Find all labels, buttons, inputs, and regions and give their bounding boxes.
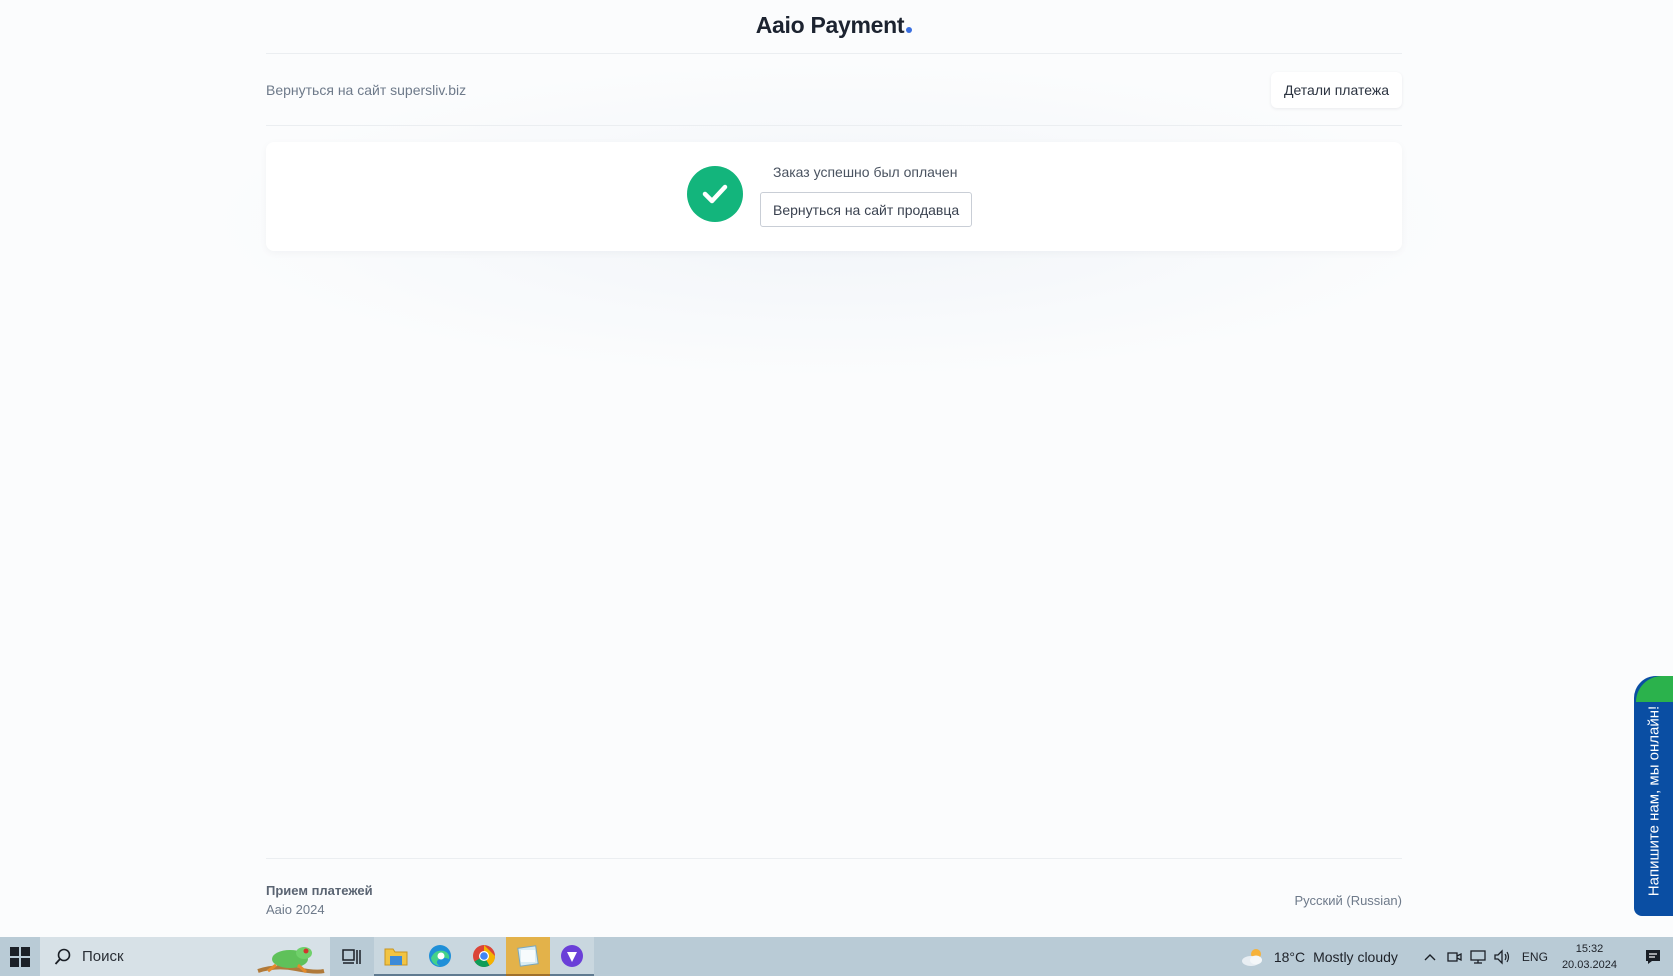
task-view-icon xyxy=(342,948,361,964)
brand-bar: Aaio Payment xyxy=(266,0,1402,54)
weather-temperature: 18°C xyxy=(1273,948,1306,965)
chrome-icon xyxy=(473,944,495,967)
notes-app-icon xyxy=(517,944,539,967)
return-to-seller-button[interactable]: Вернуться на сайт продавца xyxy=(760,192,973,227)
footer-subtitle: Aaio 2024 xyxy=(266,902,325,917)
clock-date: 20.03.2024 xyxy=(1561,958,1617,971)
vpn-app-button[interactable] xyxy=(550,937,594,976)
windows-start-button[interactable] xyxy=(0,937,40,976)
windows-logo-icon xyxy=(10,946,30,967)
input-language-indicator[interactable]: ENG xyxy=(1522,950,1548,964)
file-explorer-button[interactable] xyxy=(374,937,418,976)
language-selector[interactable]: Русский (Russian) xyxy=(1295,893,1402,908)
clock-time: 15:32 xyxy=(1575,942,1604,955)
volume-button[interactable] xyxy=(1490,937,1514,976)
system-tray: 18°C Mostly cloudy ENG 15:32 20.03.2024 xyxy=(1240,937,1673,976)
action-center-button[interactable] xyxy=(1633,937,1673,976)
weather-description: Mostly cloudy xyxy=(1313,948,1398,965)
camera-icon xyxy=(1447,951,1462,962)
chat-widget-label: Напишите нам, мы онлайн! xyxy=(1645,705,1662,896)
brand-dot-icon xyxy=(906,27,913,33)
footer: Прием платежей Aaio 2024 Русский (Russia… xyxy=(266,858,1402,938)
taskbar-search-box[interactable]: Поиск xyxy=(40,937,330,976)
checkmark-icon xyxy=(687,166,743,222)
payment-details-button[interactable]: Детали платежа xyxy=(1271,71,1402,108)
chat-widget-tab[interactable]: Напишите нам, мы онлайн! xyxy=(1634,676,1673,916)
chat-leaf-icon xyxy=(1636,676,1673,702)
meet-now-button[interactable] xyxy=(1442,937,1466,976)
chevron-up-icon xyxy=(1424,953,1436,960)
weather-widget[interactable]: 18°C Mostly cloudy xyxy=(1240,947,1398,967)
frog-illustration-icon xyxy=(257,947,325,974)
notification-icon xyxy=(1646,949,1660,964)
folder-icon xyxy=(384,948,408,965)
network-button[interactable] xyxy=(1466,937,1490,976)
show-hidden-icons-button[interactable] xyxy=(1418,937,1442,976)
footer-title: Прием платежей xyxy=(266,883,373,898)
back-to-site-link[interactable]: Вернуться на сайт supersliv.biz xyxy=(266,82,466,98)
status-card: Заказ успешно был оплачен Вернуться на с… xyxy=(266,142,1402,251)
shield-app-icon xyxy=(561,944,583,967)
partly-cloudy-icon xyxy=(1241,948,1262,966)
speaker-icon xyxy=(1494,948,1510,965)
network-icon xyxy=(1470,949,1486,964)
brand-logo: Aaio Payment xyxy=(756,12,913,39)
chrome-browser-button[interactable] xyxy=(462,937,506,976)
brand-name: Aaio Payment xyxy=(755,12,905,38)
payment-page: Aaio Payment Вернуться на сайт supersliv… xyxy=(0,0,1673,937)
edge-browser-button[interactable] xyxy=(418,937,462,976)
notes-app-button[interactable] xyxy=(506,937,550,976)
subheader: Вернуться на сайт supersliv.biz Детали п… xyxy=(266,54,1402,126)
taskbar-clock[interactable]: 15:32 20.03.2024 xyxy=(1562,941,1617,973)
taskbar: Поиск 18°C Mostly cloudy ENG 15:32 20.03… xyxy=(0,937,1673,976)
search-icon xyxy=(54,948,71,965)
search-placeholder: Поиск xyxy=(82,948,124,965)
status-message: Заказ успешно был оплачен xyxy=(773,164,958,180)
task-view-button[interactable] xyxy=(330,937,374,976)
edge-icon xyxy=(429,944,451,967)
